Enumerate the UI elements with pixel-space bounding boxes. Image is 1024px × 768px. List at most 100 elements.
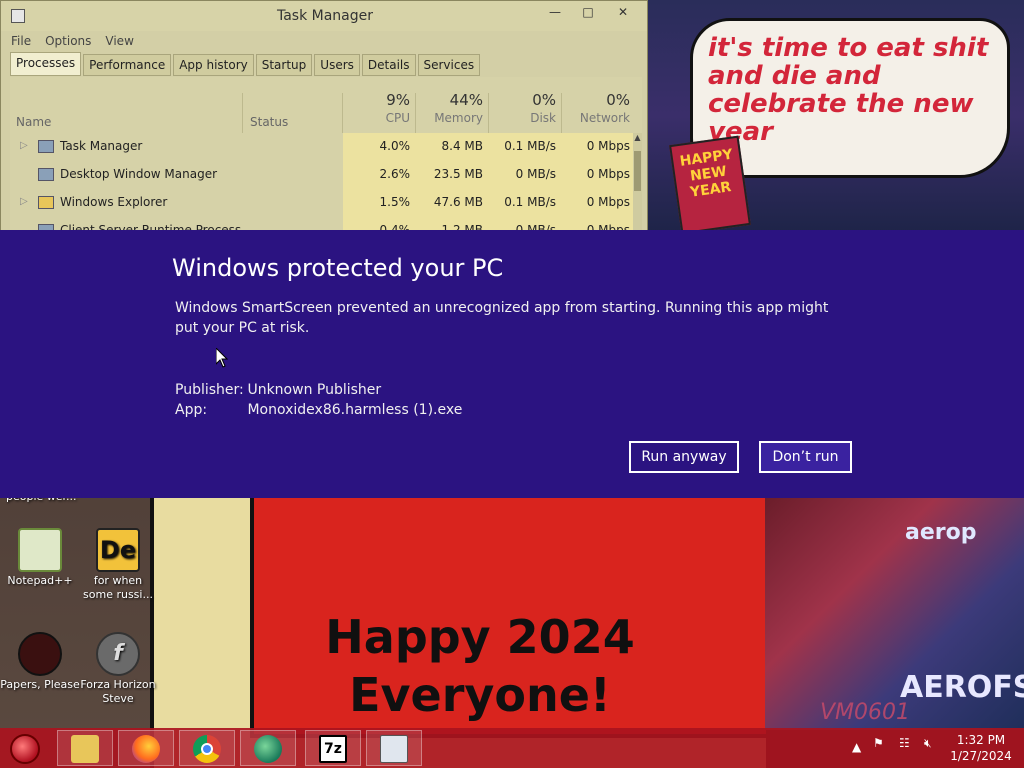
dialog-title: Windows protected your PC	[172, 254, 504, 282]
app-label: App:	[175, 402, 208, 418]
column-header-status[interactable]: Status	[250, 115, 288, 129]
minimize-icon[interactable]: —	[541, 5, 569, 21]
smartscreen-dialog: Windows protected your PC Windows SmartS…	[0, 230, 1024, 498]
process-memory: 47.6 MB	[433, 195, 483, 209]
taskbar-file-explorer[interactable]	[57, 730, 113, 766]
process-list-scrollbar[interactable]: ▲	[633, 133, 642, 231]
tab-users[interactable]: Users	[314, 54, 360, 76]
process-row[interactable]: ▷ Windows Explorer 1.5% 47.6 MB 0.1 MB/s…	[10, 189, 632, 217]
desktop-icon-label: Forza Horizon Steve	[80, 678, 156, 705]
expand-chevron-icon[interactable]: ▷	[20, 140, 28, 151]
memory-label: Memory	[434, 111, 483, 125]
flash-icon: f	[96, 632, 140, 676]
maximize-icon[interactable]: □	[574, 5, 602, 21]
column-divider[interactable]	[242, 93, 243, 133]
desktop-icon-de-app[interactable]: De for when some russi...	[78, 528, 158, 602]
edge-icon	[254, 735, 282, 763]
menu-options[interactable]: Options	[45, 34, 91, 48]
wallpaper-aero-top-text: aerop	[905, 520, 977, 545]
disk-percent: 0%	[532, 91, 556, 109]
process-list-header: Name Status 9% CPU 44% Memory 0% Disk 0%…	[10, 77, 642, 133]
new-year-sign: HAPPY NEW YEAR	[669, 135, 751, 235]
taskbar-task-manager[interactable]	[366, 730, 422, 766]
menu-file[interactable]: File	[11, 34, 31, 48]
tab-processes[interactable]: Processes	[10, 52, 82, 76]
column-header-memory[interactable]: 44% Memory	[413, 91, 483, 125]
column-header-name[interactable]: Name	[16, 115, 51, 129]
tab-services[interactable]: Services	[417, 54, 481, 76]
seven-zip-icon: 7z	[319, 735, 347, 763]
taskbar-firefox[interactable]	[118, 730, 174, 766]
papers-please-icon	[18, 632, 62, 676]
dont-run-button[interactable]: Don’t run	[759, 441, 852, 473]
memory-percent: 44%	[449, 91, 483, 109]
desktop-icon-label: Notepad++	[7, 574, 73, 587]
process-cpu: 4.0%	[379, 139, 411, 153]
de-app-icon: De	[96, 528, 140, 572]
process-cpu: 1.5%	[379, 195, 411, 209]
run-anyway-button[interactable]: Run anyway	[629, 441, 739, 473]
column-header-network[interactable]: 0% Network	[560, 91, 630, 125]
taskbar-chrome[interactable]	[179, 730, 235, 766]
process-row[interactable]: Desktop Window Manager 2.6% 23.5 MB 0 MB…	[10, 161, 632, 189]
action-center-flag-icon[interactable]: ⚑	[873, 736, 884, 750]
chrome-icon	[193, 735, 221, 763]
desktop-icon-notepad-plus-plus[interactable]: Notepad++	[0, 528, 80, 588]
publisher-label: Publisher:	[175, 382, 244, 398]
process-disk: 0.1 MB/s	[504, 139, 556, 153]
taskbar: 7z ▲ ⚑ ☷ 🔇︎ 1:32 PM 1/27/2024	[0, 728, 1024, 768]
cpu-label: CPU	[385, 111, 410, 125]
process-memory: 23.5 MB	[433, 167, 483, 181]
task-manager-titlebar[interactable]: Task Manager — □ ✕	[1, 1, 647, 31]
desktop-window-manager-icon	[38, 168, 54, 181]
process-row[interactable]: ▷ Task Manager 4.0% 8.4 MB 0.1 MB/s 0 Mb…	[10, 133, 632, 161]
speech-bubble-text: it's time to eat shit and die and celebr…	[708, 33, 989, 147]
system-clock[interactable]: 1:32 PM 1/27/2024	[948, 732, 1014, 764]
process-memory: 8.4 MB	[441, 139, 483, 153]
column-header-cpu[interactable]: 9% CPU	[340, 91, 410, 125]
happy-line-1: Happy 2024	[325, 610, 635, 664]
wallpaper-watermark: VM0601	[820, 700, 911, 725]
volume-muted-icon[interactable]: 🔇︎	[924, 736, 932, 751]
process-disk: 0 MB/s	[515, 167, 556, 181]
firefox-icon	[132, 735, 160, 763]
publisher-value: Unknown Publisher	[247, 382, 382, 398]
expand-chevron-icon[interactable]: ▷	[20, 196, 28, 207]
cpu-percent: 9%	[386, 91, 410, 109]
menu-view[interactable]: View	[105, 34, 133, 48]
process-network: 0 Mbps	[586, 139, 630, 153]
start-button[interactable]	[10, 734, 40, 764]
show-hidden-icons-chevron-icon[interactable]: ▲	[852, 740, 861, 754]
taskbar-edge[interactable]	[240, 730, 296, 766]
network-icon[interactable]: ☷	[899, 736, 910, 750]
scroll-up-icon[interactable]: ▲	[633, 133, 642, 145]
process-network: 0 Mbps	[586, 195, 630, 209]
folder-icon	[71, 735, 99, 763]
happy-line-2: Everyone!	[349, 668, 611, 722]
wallpaper-happy-text: Happy 2024 Everyone!	[320, 608, 640, 724]
process-disk: 0.1 MB/s	[504, 195, 556, 209]
task-manager-process-icon	[38, 140, 54, 153]
task-manager-window: Task Manager — □ ✕ File Options View Pro…	[0, 0, 648, 232]
taskbar-7zip[interactable]: 7z	[305, 730, 361, 766]
tab-details[interactable]: Details	[361, 54, 416, 76]
process-cpu: 2.6%	[379, 167, 411, 181]
process-list: Name Status 9% CPU 44% Memory 0% Disk 0%…	[10, 77, 642, 231]
tab-app-history[interactable]: App history	[173, 54, 254, 76]
network-percent: 0%	[606, 91, 630, 109]
publisher-row: Publisher: Unknown Publisher	[175, 382, 381, 398]
process-name: Windows Explorer	[60, 195, 168, 209]
close-icon[interactable]: ✕	[609, 5, 637, 21]
scrollbar-thumb[interactable]	[634, 151, 641, 191]
tab-performance[interactable]: Performance	[83, 54, 172, 76]
windows-explorer-icon	[38, 196, 54, 209]
app-row: App: Monoxidex86.harmless (1).exe	[175, 402, 462, 418]
desktop-icon-label: Papers, Please	[0, 678, 80, 691]
column-header-disk[interactable]: 0% Disk	[486, 91, 556, 125]
tab-startup[interactable]: Startup	[255, 54, 313, 76]
task-manager-icon	[380, 735, 408, 763]
network-label: Network	[579, 111, 630, 125]
desktop-icon-papers-please[interactable]: Papers, Please	[0, 632, 80, 692]
tab-strip: Processes Performance App history Startu…	[10, 52, 482, 76]
desktop-icon-forza-horizon-steve[interactable]: f Forza Horizon Steve	[78, 632, 158, 706]
